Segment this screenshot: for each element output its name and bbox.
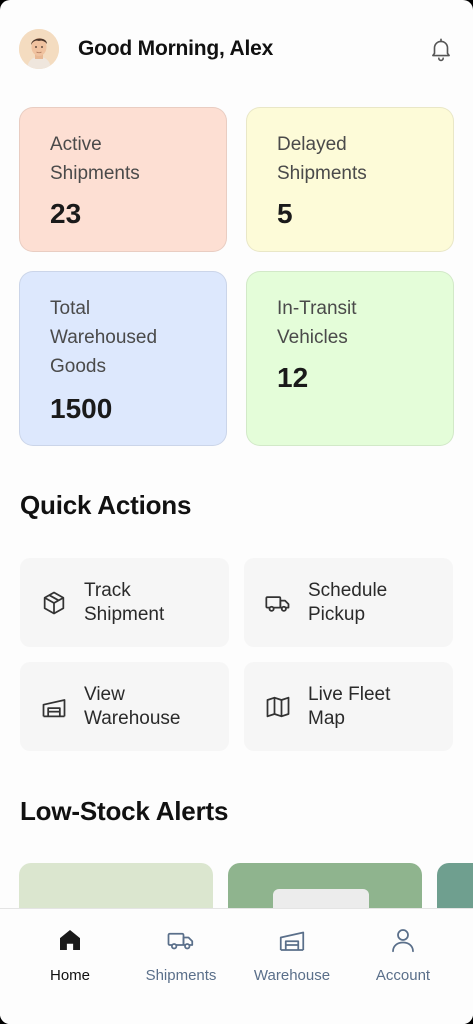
schedule-pickup-button[interactable]: Schedule Pickup [244, 558, 453, 647]
nav-shipments[interactable]: Shipments [126, 925, 236, 984]
nav-warehouse[interactable]: Warehouse [237, 925, 347, 984]
nav-label: Warehouse [253, 967, 331, 984]
stat-value: 1500 [50, 393, 113, 424]
nav-label: Home [49, 967, 90, 984]
nav-label: Shipments [145, 967, 217, 984]
stat-label: Active Shipments [50, 134, 140, 184]
view-warehouse-button[interactable]: View Warehouse [20, 662, 229, 751]
warehouse-icon [42, 698, 66, 717]
header: Good Morning, Alex [19, 28, 454, 70]
stat-label: Total Warehoused Goods [50, 298, 158, 377]
truck-icon [265, 595, 290, 612]
action-label: Live Fleet Map [308, 683, 391, 729]
stat-card-delayed-shipments[interactable]: Delayed Shipments 5 [246, 107, 454, 252]
user-avatar[interactable] [19, 29, 59, 69]
action-label: View Warehouse [84, 683, 181, 729]
app-screen: Good Morning, Alex Active Shipments 23 D… [0, 0, 473, 1024]
avatar-illustration-icon [19, 29, 59, 69]
nav-home[interactable]: Home [15, 925, 125, 984]
stat-value: 5 [277, 198, 293, 229]
bell-icon[interactable] [428, 36, 454, 62]
home-icon [60, 930, 80, 950]
track-shipment-button[interactable]: Track Shipment [20, 558, 229, 647]
stat-label: In-Transit Vehicles [277, 298, 357, 348]
stat-value: 12 [277, 362, 309, 393]
package-icon [43, 591, 65, 614]
action-label: Track Shipment [84, 579, 165, 625]
low-stock-alerts-title: Low-Stock Alerts [20, 796, 229, 826]
truck-icon [167, 932, 194, 950]
stat-label: Delayed Shipments [277, 134, 367, 184]
nav-account[interactable]: Account [348, 925, 458, 984]
stat-card-in-transit-vehicles[interactable]: In-Transit Vehicles 12 [246, 271, 454, 446]
stat-value: 23 [50, 198, 82, 229]
map-icon [266, 696, 290, 717]
nav-label: Account [375, 967, 431, 984]
stat-card-active-shipments[interactable]: Active Shipments 23 [19, 107, 227, 252]
warehouse-icon [279, 931, 305, 951]
stat-card-warehoused-goods[interactable]: Total Warehoused Goods 1500 [19, 271, 227, 446]
live-fleet-map-button[interactable]: Live Fleet Map [244, 662, 453, 751]
user-icon [392, 929, 414, 953]
action-label: Schedule Pickup [308, 579, 388, 625]
quick-actions-title: Quick Actions [20, 490, 192, 520]
greeting-title: Good Morning, Alex [78, 37, 274, 60]
bottom-navigation: Home Shipments Warehouse Account [0, 908, 473, 1024]
